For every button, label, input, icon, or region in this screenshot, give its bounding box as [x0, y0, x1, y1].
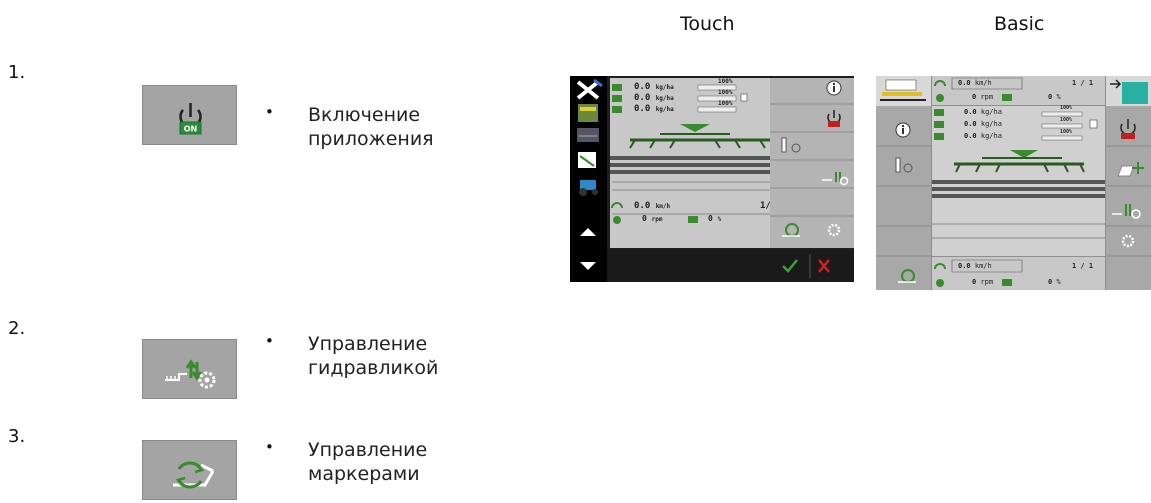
settings-gear-icon[interactable] — [1121, 234, 1135, 248]
touch-softkey-column — [814, 78, 854, 248]
percent-value: 0 — [1048, 278, 1053, 286]
item-description: Управление гидравликой — [308, 333, 439, 379]
hydraulics-button[interactable] — [142, 339, 237, 399]
item-description: Включение приложения — [308, 104, 434, 150]
on-badge-text: ON — [184, 125, 198, 134]
basic-terminal-screen: 0.0 km/h 1 / 1 0 rpm 0 % 0.0 kg/ha 0.0 k… — [876, 76, 1151, 290]
tools-icon[interactable] — [576, 78, 603, 100]
markers-button[interactable] — [142, 440, 237, 500]
rate-value: 0.0 — [964, 108, 977, 116]
confirm-check-icon[interactable] — [782, 259, 798, 273]
markers-icon — [173, 461, 215, 489]
hydraulics-icon[interactable] — [1112, 204, 1141, 219]
hopper-icon — [612, 95, 622, 102]
implement-icon[interactable] — [577, 128, 599, 142]
column-header-basic: Basic — [994, 13, 1045, 35]
rate-unit: kg/ha — [655, 95, 674, 102]
speed-value: 0.0 — [958, 262, 971, 270]
touch-left-sidebar — [570, 76, 607, 282]
basic-right-softkeys — [1106, 106, 1151, 290]
settings-gear-icon[interactable] — [827, 223, 841, 237]
rate-percent: 100% — [1060, 105, 1073, 111]
info-icon[interactable] — [826, 80, 842, 96]
percent-unit: % — [1056, 278, 1061, 286]
tractor-icon[interactable] — [579, 180, 598, 196]
bullet: • — [265, 103, 274, 121]
speed-value: 0.0 — [634, 201, 651, 211]
slip-icon — [688, 216, 698, 223]
rpm-value: 0 — [972, 278, 977, 286]
item-number: 3. — [8, 426, 26, 447]
hopper-icon — [612, 106, 622, 113]
rate-value: 0.0 — [634, 104, 651, 114]
touch-bottom-bar — [607, 250, 854, 282]
basic-top-status: 0.0 km/h 1 / 1 0 rpm 0 % — [932, 76, 1105, 105]
power-on-icon[interactable] — [1120, 119, 1136, 139]
rate-percent: 100% — [1060, 117, 1073, 123]
item-description: Управление маркерами — [308, 439, 428, 485]
item-number: 1. — [8, 62, 26, 83]
basic-main-panel: 0.0 kg/ha 0.0 kg/ha 0.0 kg/ha 100% 100% … — [932, 105, 1105, 256]
arrow-up-icon[interactable] — [580, 228, 596, 236]
seeder-drawing — [629, 124, 770, 149]
speed-unit: km/h — [974, 262, 992, 270]
percent-value: 0 — [1048, 93, 1053, 101]
hopper-icon — [612, 84, 622, 91]
hydraulics-icon[interactable] — [822, 172, 849, 186]
rate-percent: 100% — [1060, 129, 1073, 135]
rate-percent: 100% — [718, 89, 733, 96]
basic-left-softkeys — [876, 106, 931, 290]
fill-icon[interactable] — [1117, 162, 1144, 177]
markers-icon[interactable] — [898, 269, 916, 283]
power-on-icon[interactable] — [827, 110, 841, 127]
hydraulics-icon — [165, 359, 216, 389]
power-on-button[interactable]: ON — [142, 85, 237, 145]
implement-overview-icon — [876, 76, 931, 106]
info-icon[interactable] — [895, 122, 911, 138]
bullet: • — [265, 332, 274, 350]
touch-terminal-screen: 0.0 kg/ha 0.0 kg/ha 0.0 kg/ha 100% 100% … — [570, 76, 854, 282]
rate-unit: kg/ha — [655, 106, 674, 113]
percent-value: 0 — [708, 214, 713, 223]
rpm-value: 0 — [642, 214, 647, 223]
rate-unit: kg/ha — [980, 120, 1002, 128]
rate-unit: kg/ha — [980, 132, 1002, 140]
rate-unit: kg/ha — [655, 84, 674, 91]
rate-percent: 100% — [718, 78, 733, 85]
cancel-x-icon[interactable] — [818, 259, 830, 273]
percent-unit: % — [717, 216, 722, 223]
speed-icon — [611, 202, 623, 209]
speed-value: 0.0 — [958, 79, 971, 87]
rate-unit: kg/ha — [980, 108, 1002, 116]
item-number: 2. — [8, 318, 26, 339]
column-header-touch: Touch — [680, 13, 735, 35]
rpm-value: 0 — [972, 93, 977, 101]
arrow-down-icon[interactable] — [580, 262, 596, 270]
rate-value: 0.0 — [634, 82, 651, 92]
percent-unit: % — [1056, 93, 1061, 101]
section-count: 1 / 1 — [1072, 262, 1094, 270]
rpm-icon — [613, 216, 621, 224]
speed-unit: km/h — [974, 79, 992, 87]
rate-percent: 100% — [718, 100, 733, 107]
rate-value: 0.0 — [964, 132, 977, 140]
rate-value: 0.0 — [964, 120, 977, 128]
field-overview-icon — [1106, 76, 1151, 106]
field-icon[interactable] — [578, 152, 596, 168]
basic-bottom-status: 0.0 km/h 1 / 1 0 rpm 0 % — [932, 257, 1105, 290]
rpm-unit: rpm — [980, 93, 994, 101]
rate-value: 0.0 — [634, 93, 651, 103]
machine-icon[interactable] — [578, 104, 598, 122]
rpm-unit: rpm — [651, 216, 663, 223]
rpm-unit: rpm — [980, 278, 994, 286]
speed-unit: km/h — [655, 203, 671, 210]
sections-icon[interactable] — [895, 157, 913, 173]
seeder-drawing — [954, 150, 1085, 173]
power-on-icon: ON — [179, 103, 202, 135]
section-count: 1 / 1 — [1072, 79, 1094, 87]
bullet: • — [265, 438, 274, 456]
